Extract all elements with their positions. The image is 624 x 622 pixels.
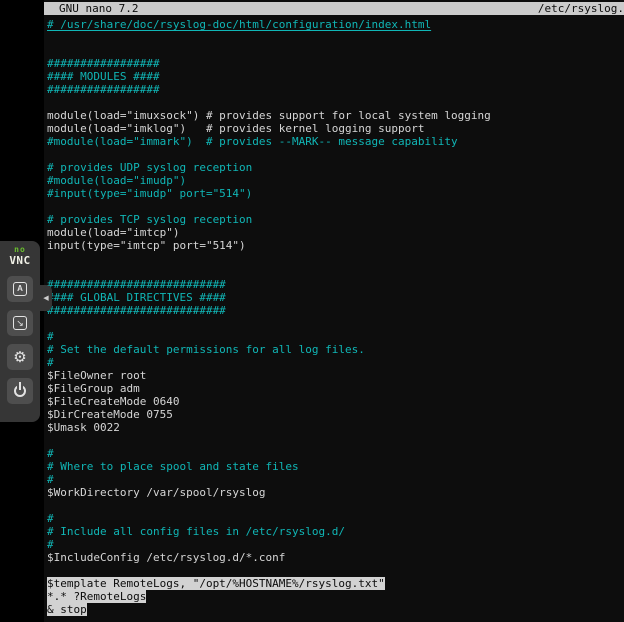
editor-line: $FileGroup adm: [47, 382, 624, 395]
editor-line: ###########################: [47, 304, 624, 317]
editor-line: [47, 96, 624, 109]
nano-version: GNU nano 7.2: [59, 2, 138, 15]
editor-line: #### MODULES ####: [47, 70, 624, 83]
terminal-window: GNU nano 7.2 /etc/rsyslog. # /usr/share/…: [44, 0, 624, 622]
editor-area[interactable]: # /usr/share/doc/rsyslog-doc/html/config…: [44, 15, 624, 616]
editor-line: [47, 434, 624, 447]
disconnect-button[interactable]: [7, 378, 33, 404]
editor-line: #: [47, 447, 624, 460]
nano-titlebar: GNU nano 7.2 /etc/rsyslog.: [44, 2, 624, 15]
editor-line: input(type="imtcp" port="514"): [47, 239, 624, 252]
editor-line: [47, 499, 624, 512]
drag-arrow-icon: ↘: [16, 319, 24, 328]
editor-line: #: [47, 538, 624, 551]
editor-line: #### GLOBAL DIRECTIVES ####: [47, 291, 624, 304]
editor-line: *.* ?RemoteLogs: [47, 590, 624, 603]
editor-line: [47, 317, 624, 330]
editor-line: #module(load="immark") # provides --MARK…: [47, 135, 624, 148]
editor-line: [47, 252, 624, 265]
editor-line: # Set the default permissions for all lo…: [47, 343, 624, 356]
gear-icon: ⚙: [13, 350, 26, 365]
editor-line: # provides UDP syslog reception: [47, 161, 624, 174]
novnc-logo: no VNC: [9, 246, 30, 266]
editor-line: $DirCreateMode 0755: [47, 408, 624, 421]
editor-line: [47, 200, 624, 213]
editor-line: [47, 265, 624, 278]
editor-line: $WorkDirectory /var/spool/rsyslog: [47, 486, 624, 499]
panel-collapse-handle[interactable]: ◀: [40, 285, 52, 311]
editor-line: & stop: [47, 603, 624, 616]
editor-line: # Where to place spool and state files: [47, 460, 624, 473]
editor-line: #: [47, 356, 624, 369]
novnc-logo-vnc: VNC: [9, 255, 30, 266]
novnc-control-bar: no VNC A ↘ ⚙ ◀: [0, 241, 40, 422]
editor-line: #: [47, 330, 624, 343]
editor-line: $IncludeConfig /etc/rsyslog.d/*.conf: [47, 551, 624, 564]
editor-line: ###########################: [47, 278, 624, 291]
editor-line: module(load="imtcp"): [47, 226, 624, 239]
nano-filename: /etc/rsyslog.: [538, 2, 624, 15]
editor-line: # provides TCP syslog reception: [47, 213, 624, 226]
vnc-screen: GNU nano 7.2 /etc/rsyslog. # /usr/share/…: [0, 0, 624, 622]
editor-line: #: [47, 473, 624, 486]
editor-line: # Include all config files in /etc/rsysl…: [47, 525, 624, 538]
drag-icon: ↘: [13, 316, 27, 330]
novnc-logo-no: no: [9, 246, 30, 254]
power-icon: [14, 385, 26, 397]
editor-line: module(load="imklog") # provides kernel …: [47, 122, 624, 135]
chevron-left-icon: ◀: [43, 295, 48, 302]
editor-line: $FileCreateMode 0640: [47, 395, 624, 408]
editor-line: #module(load="imudp"): [47, 174, 624, 187]
editor-line: [47, 31, 624, 44]
editor-line: $Umask 0022: [47, 421, 624, 434]
extra-keys-button[interactable]: A: [7, 276, 33, 302]
editor-line: # /usr/share/doc/rsyslog-doc/html/config…: [47, 18, 624, 31]
editor-line: #: [47, 512, 624, 525]
keyboard-key-icon: A: [13, 282, 27, 296]
settings-button[interactable]: ⚙: [7, 344, 33, 370]
editor-line: [47, 564, 624, 577]
editor-line: $FileOwner root: [47, 369, 624, 382]
editor-line: module(load="imuxsock") # provides suppo…: [47, 109, 624, 122]
editor-line: #################: [47, 83, 624, 96]
drag-button[interactable]: ↘: [7, 310, 33, 336]
editor-line: #input(type="imudp" port="514"): [47, 187, 624, 200]
editor-line: [47, 148, 624, 161]
editor-line: $template RemoteLogs, "/opt/%HOSTNAME%/r…: [47, 577, 624, 590]
editor-line: #################: [47, 57, 624, 70]
editor-line: [47, 44, 624, 57]
